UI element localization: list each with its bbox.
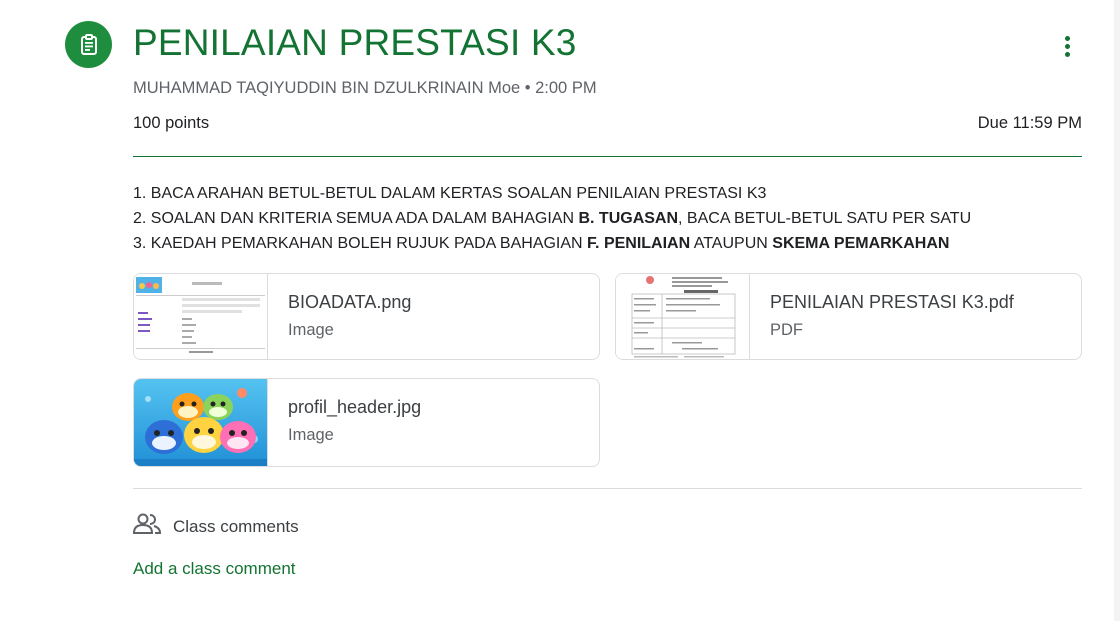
more-vert-icon [1064,35,1070,41]
attachment-penilaian-pdf[interactable]: PENILAIAN PRESTASI K3.pdf PDF [615,273,1082,360]
more-options-button[interactable] [1052,30,1082,62]
attachment-info: PENILAIAN PRESTASI K3.pdf PDF [750,274,1014,359]
attachment-type: Image [288,426,334,444]
instruction-bold: SKEMA PEMARKAHAN [772,235,950,252]
comments-divider [133,488,1082,489]
instruction-line-3: 3. KAEDAH PEMARKAHAN BOLEH RUJUK PADA BA… [133,231,971,256]
instruction-line-1: 1. BACA ARAHAN BETUL-BETUL DALAM KERTAS … [133,181,971,206]
attachment-thumbnail [616,274,750,359]
instruction-text: 3. KAEDAH PEMARKAHAN BOLEH RUJUK PADA BA… [133,235,588,252]
attachment-profil-header[interactable]: profil_header.jpg Image [133,378,600,467]
header-divider [133,156,1082,157]
more-vert-dot [1064,51,1070,57]
instruction-bold: B. TUGASAN [578,210,679,227]
people-icon [132,512,162,541]
author-line: MUHAMMAD TAQIYUDDIN BIN DZULKRINAIN Moe … [133,79,597,97]
attachment-thumbnail [134,274,268,359]
attachment-name: profil_header.jpg [288,397,422,417]
attachment-name: PENILAIAN PRESTASI K3.pdf [770,292,1014,312]
instruction-bold: F. PENILAIAN [587,235,691,252]
scrollbar[interactable] [1114,0,1120,621]
instruction-text: 2. SOALAN DAN KRITERIA SEMUA ADA DALAM B… [133,210,579,227]
attachment-info: BIOADATA.png Image [268,274,411,359]
attachment-info: profil_header.jpg Image [268,379,421,466]
instruction-text: ATAUPUN [690,235,773,252]
assignment-icon [65,21,112,68]
class-comments-label: Class comments [173,516,299,536]
due-label: Due 11:59 PM [977,114,1082,132]
attachment-name: BIOADATA.png [288,292,412,312]
points-label: 100 points [133,114,210,132]
instructions: 1. BACA ARAHAN BETUL-BETUL DALAM KERTAS … [133,181,971,256]
more-vert-dot [1064,43,1070,49]
instruction-line-2: 2. SOALAN DAN KRITERIA SEMUA ADA DALAM B… [133,206,971,231]
instruction-text: 1. BACA ARAHAN BETUL-BETUL DALAM KERTAS … [133,185,767,202]
attachment-type: PDF [770,321,803,339]
attachment-type: Image [288,321,334,339]
page-title: PENILAIAN PRESTASI K3 [133,22,577,63]
instruction-text: , BACA BETUL-BETUL SATU PER SATU [678,210,972,227]
attachment-bioadata[interactable]: BIOADATA.png Image [133,273,600,360]
add-class-comment-link[interactable]: Add a class comment [133,559,296,579]
class-comments-header: Class comments [132,512,299,541]
assignment-page: PENILAIAN PRESTASI K3 MUHAMMAD TAQIYUDDI… [0,0,1120,621]
attachment-thumbnail [134,379,268,466]
